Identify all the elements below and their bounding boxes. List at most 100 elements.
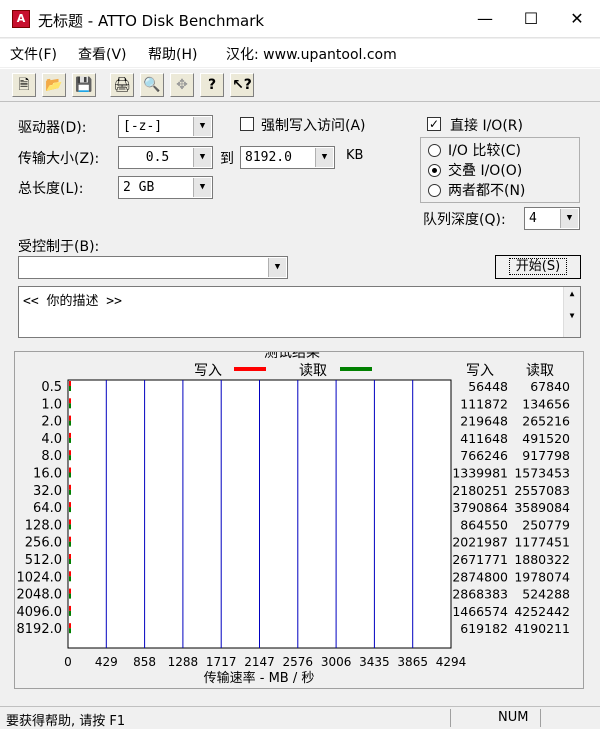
write-bar	[69, 554, 71, 559]
write-bar	[69, 415, 71, 421]
write-value: 3790864	[452, 500, 508, 515]
x-tick-label: 1288	[168, 655, 199, 669]
start-button[interactable]: 开始(S)	[495, 255, 581, 279]
x-tick-label: 4294	[436, 655, 467, 669]
transfer-size-label: 256.0	[25, 536, 62, 551]
transfer-size-label: 1.0	[41, 397, 62, 412]
legend-read-swatch	[340, 367, 372, 371]
read-value: 265216	[522, 414, 570, 429]
minimize-icon[interactable]: —	[462, 0, 508, 38]
overlapped-io-label: 交叠 I/O(O)	[448, 163, 523, 179]
x-axis-label: 传输速率 - MB / 秒	[204, 670, 315, 686]
write-value: 2868383	[452, 587, 508, 602]
read-value: 1978074	[514, 569, 570, 584]
force-write-checkbox[interactable]	[240, 117, 254, 131]
write-bar	[69, 381, 71, 386]
controlled-by-select[interactable]: ▼	[18, 256, 288, 279]
neither-radio[interactable]	[428, 184, 441, 197]
io-compare-label: I/O 比较(C)	[448, 143, 522, 159]
chevron-down-icon[interactable]: ▼	[560, 209, 578, 228]
total-length-select[interactable]: 2 GB ▼	[118, 176, 213, 199]
x-tick-label: 3435	[359, 655, 390, 669]
transfer-size-label: 1024.0	[17, 570, 63, 585]
write-bar	[69, 519, 71, 525]
status-help-text: 要获得帮助, 请按 F1	[6, 714, 126, 729]
write-bar	[69, 450, 71, 456]
chevron-down-icon[interactable]: ▼	[193, 117, 211, 136]
transfer-size-label: 4.0	[41, 432, 62, 447]
read-bar	[69, 472, 71, 478]
window-title: 无标题 - ATTO Disk Benchmark	[38, 12, 265, 30]
chevron-down-icon[interactable]: ▼	[268, 258, 286, 277]
legend-write-swatch	[234, 367, 266, 371]
read-bar	[69, 559, 71, 564]
read-bar	[69, 420, 71, 426]
transfer-size-label: 传输大小(Z):	[18, 151, 100, 167]
maximize-icon[interactable]: ☐	[508, 0, 554, 38]
read-bar	[69, 610, 71, 616]
write-bar	[69, 467, 71, 473]
read-value: 3589084	[514, 500, 570, 515]
x-tick-label: 3006	[321, 655, 352, 669]
read-value: 4252442	[514, 604, 570, 619]
col-write-header: 写入	[466, 363, 494, 379]
write-bar	[69, 588, 71, 594]
description-field[interactable]: << 你的描述 >> ▲ ▼	[18, 286, 581, 338]
write-value: 766246	[460, 448, 508, 463]
write-bar	[69, 432, 71, 438]
read-bar	[69, 507, 71, 513]
context-help-icon[interactable]: ↖?	[230, 73, 254, 97]
save-icon[interactable]: 💾	[72, 73, 96, 97]
direct-io-checkbox[interactable]: ✓	[427, 117, 441, 131]
read-value: 67840	[530, 379, 570, 394]
menu-localization[interactable]: 汉化: www.upantool.com	[226, 44, 397, 64]
drive-select[interactable]: [-z-] ▼	[118, 115, 213, 138]
write-value: 1466574	[452, 604, 508, 619]
menu-view[interactable]: 查看(V)	[78, 44, 127, 64]
read-value: 134656	[522, 396, 570, 411]
legend-read-label: 读取	[299, 362, 327, 379]
kb-label: KB	[346, 148, 364, 163]
open-folder-icon[interactable]: 📂	[42, 73, 66, 97]
x-tick-label: 2147	[244, 655, 275, 669]
controlled-by-label: 受控制于(B):	[18, 239, 100, 255]
description-scrollbar[interactable]: ▲ ▼	[563, 287, 580, 337]
write-value: 1339981	[452, 466, 508, 481]
x-tick-label: 0	[64, 655, 72, 669]
to-label: 到	[220, 151, 234, 167]
chevron-down-icon[interactable]: ▼	[193, 148, 211, 167]
io-compare-radio[interactable]	[428, 144, 441, 157]
print-preview-icon[interactable]: 🔍	[140, 73, 164, 97]
read-bar	[69, 489, 71, 495]
x-tick-label: 3865	[397, 655, 428, 669]
read-value: 1177451	[514, 535, 570, 550]
print-icon[interactable]: 🖨	[110, 73, 134, 97]
transfer-size-label: 2.0	[41, 415, 62, 430]
toolbar: 🗎 📂 💾 🖨 🔍 ✥ ? ↖?	[0, 68, 600, 102]
close-icon[interactable]: ✕	[554, 0, 600, 38]
read-bar	[69, 541, 71, 547]
read-value: 1573453	[514, 466, 570, 481]
read-value: 2557083	[514, 483, 570, 498]
new-file-icon[interactable]: 🗎	[12, 73, 36, 97]
read-value: 250779	[522, 517, 570, 532]
transfer-size-label: 64.0	[33, 501, 62, 516]
write-value: 219648	[460, 414, 508, 429]
chevron-down-icon[interactable]: ▼	[193, 178, 211, 197]
help-icon[interactable]: ?	[200, 73, 224, 97]
menu-help[interactable]: 帮助(H)	[148, 44, 197, 64]
transfer-from-select[interactable]: 0.5 ▼	[118, 146, 213, 169]
status-bar: 要获得帮助, 请按 F1 NUM	[0, 706, 600, 729]
read-value: 1880322	[514, 552, 570, 567]
x-tick-label: 1717	[206, 655, 237, 669]
transfer-size-label: 128.0	[25, 518, 62, 533]
chevron-down-icon[interactable]: ▼	[315, 148, 333, 167]
read-bar	[69, 386, 71, 391]
move-icon[interactable]: ✥	[170, 73, 194, 97]
queue-depth-select[interactable]: 4 ▼	[524, 207, 580, 230]
menu-file[interactable]: 文件(F)	[10, 44, 57, 64]
write-value: 864550	[460, 517, 508, 532]
overlapped-io-radio[interactable]	[428, 164, 441, 177]
legend-write-label: 写入	[194, 363, 222, 379]
transfer-to-select[interactable]: 8192.0 ▼	[240, 146, 335, 169]
